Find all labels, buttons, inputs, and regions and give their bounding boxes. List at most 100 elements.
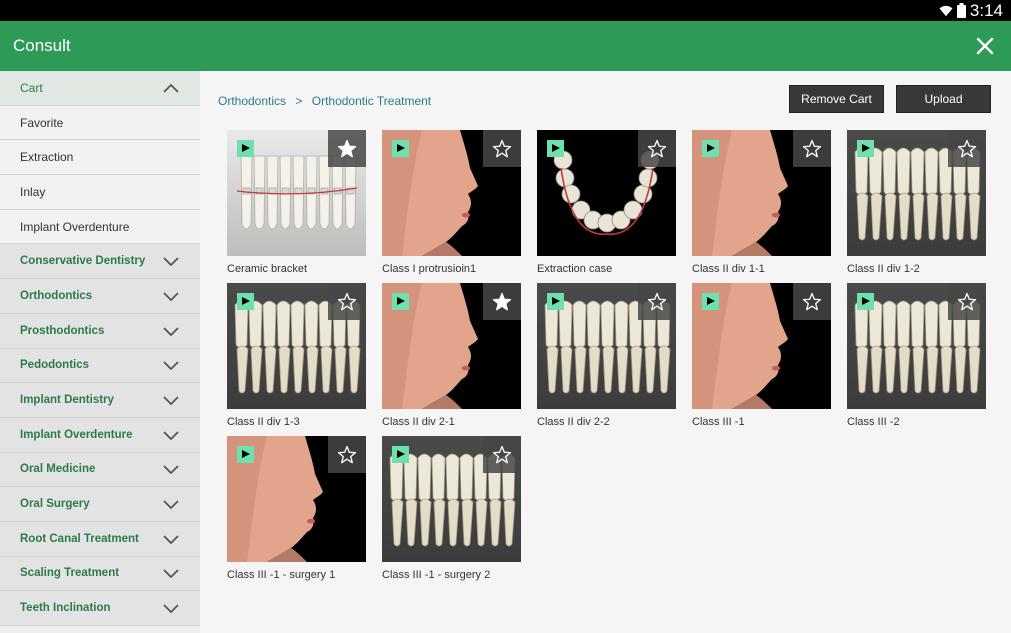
content-card[interactable]: Class III -1 - surgery 2 <box>382 436 521 581</box>
play-icon[interactable] <box>547 293 564 310</box>
content-card[interactable]: Class II div 1-2 <box>847 130 986 275</box>
card-thumbnail[interactable] <box>382 283 521 409</box>
card-thumbnail[interactable] <box>537 130 676 256</box>
favorite-toggle[interactable] <box>948 283 986 320</box>
play-icon[interactable] <box>392 140 409 157</box>
chevron-down-icon[interactable] <box>162 290 180 302</box>
favorite-toggle[interactable] <box>793 130 831 167</box>
card-thumbnail[interactable] <box>847 130 986 256</box>
chevron-down-icon[interactable] <box>162 463 180 475</box>
content-card[interactable]: Class III -2 <box>847 283 986 428</box>
wifi-icon <box>939 5 953 16</box>
sidebar-item-label: Implant Overdenture <box>20 219 130 234</box>
play-icon[interactable] <box>237 446 254 463</box>
content-card[interactable]: Class I protrusioin1 <box>382 130 521 275</box>
sidebar-item-root-canal-treatment[interactable]: Root Canal Treatment <box>0 521 200 557</box>
play-icon[interactable] <box>857 140 874 157</box>
chevron-down-icon[interactable] <box>162 429 180 441</box>
favorite-toggle[interactable] <box>328 130 366 167</box>
sidebar-item-oral-medicine[interactable]: Oral Medicine <box>0 452 200 488</box>
play-icon[interactable] <box>392 293 409 310</box>
sidebar-item-teeth-inclination[interactable]: Teeth Inclination <box>0 591 200 626</box>
sidebar-item-label: Inlay <box>20 184 46 199</box>
sidebar-item-oral-surgery[interactable]: Oral Surgery <box>0 487 200 522</box>
sidebar-item-pedodontics[interactable]: Pedodontics <box>0 348 200 384</box>
remove-cart-button[interactable]: Remove Cart <box>789 85 884 113</box>
breadcrumb-root[interactable]: Orthodontics <box>218 94 286 108</box>
sidebar-item-cart[interactable]: Cart <box>0 71 200 106</box>
sidebar-item-favorite[interactable]: Favorite <box>0 105 200 141</box>
card-thumbnail[interactable] <box>692 283 831 409</box>
card-thumbnail[interactable] <box>227 283 366 409</box>
card-label: Class II div 1-1 <box>692 263 765 275</box>
card-thumbnail[interactable] <box>382 436 521 562</box>
chevron-down-icon[interactable] <box>162 567 180 579</box>
card-thumbnail[interactable] <box>692 130 831 256</box>
content-card[interactable]: Class II div 2-1 <box>382 283 521 428</box>
chevron-down-icon[interactable] <box>162 602 180 614</box>
close-icon[interactable] <box>973 34 997 58</box>
favorite-toggle[interactable] <box>328 436 366 473</box>
chevron-down-icon[interactable] <box>162 533 180 545</box>
chevron-down-icon[interactable] <box>162 498 180 510</box>
play-icon[interactable] <box>237 140 254 157</box>
sidebar-item-inlay[interactable]: Inlay <box>0 175 200 210</box>
card-thumbnail[interactable] <box>537 283 676 409</box>
sidebar-item-orthodontics[interactable]: Orthodontics <box>0 279 200 314</box>
sidebar-item-label: Implant Overdenture <box>20 428 133 441</box>
sidebar-item-prosthodontics[interactable]: Prosthodontics <box>0 313 200 349</box>
content-card[interactable]: Extraction case <box>537 130 676 275</box>
clock: 3:14 <box>969 1 1003 20</box>
sidebar-item-label: Conservative Dentistry <box>20 255 146 268</box>
breadcrumb-separator: > <box>295 94 303 108</box>
content-card[interactable]: Ceramic bracket <box>227 130 366 275</box>
star-outline-icon <box>802 139 822 157</box>
play-icon[interactable] <box>857 293 874 310</box>
card-thumbnail[interactable] <box>847 283 986 409</box>
sidebar-item-label: Orthodontics <box>20 289 93 302</box>
breadcrumb-current[interactable]: Orthodontic Treatment <box>312 94 431 108</box>
chevron-down-icon[interactable] <box>162 325 180 337</box>
chevron-up-icon[interactable] <box>162 82 180 94</box>
play-icon[interactable] <box>702 140 719 157</box>
card-thumbnail[interactable] <box>227 436 366 562</box>
card-label: Class II div 1-3 <box>227 416 300 428</box>
sidebar-item-label: Root Canal Treatment <box>20 532 139 545</box>
chevron-down-icon[interactable] <box>162 359 180 371</box>
content-card[interactable]: Class II div 1-3 <box>227 283 366 428</box>
sidebar-item-implant-overdenture[interactable]: Implant Overdenture <box>0 209 200 245</box>
favorite-toggle[interactable] <box>638 283 676 320</box>
play-icon[interactable] <box>392 446 409 463</box>
sidebar-item-extraction[interactable]: Extraction <box>0 140 200 176</box>
favorite-toggle[interactable] <box>793 283 831 320</box>
card-label: Class II div 2-2 <box>537 416 610 428</box>
card-label: Class III -1 - surgery 2 <box>382 569 491 581</box>
chevron-down-icon[interactable] <box>162 255 180 267</box>
sidebar-item-implant-overdenture[interactable]: Implant Overdenture <box>0 417 200 453</box>
favorite-toggle[interactable] <box>328 283 366 320</box>
content-card[interactable]: Class II div 1-1 <box>692 130 831 275</box>
status-bar: 3:14 <box>0 0 1011 21</box>
favorite-toggle[interactable] <box>948 130 986 167</box>
sidebar-item-label: Teeth Inclination <box>20 602 111 615</box>
sidebar-item-implant-dentistry[interactable]: Implant Dentistry <box>0 383 200 418</box>
star-filled-icon <box>337 139 357 157</box>
favorite-toggle[interactable] <box>638 130 676 167</box>
card-label: Extraction case <box>537 263 613 275</box>
content-card[interactable]: Class III -1 <box>692 283 831 428</box>
card-thumbnail[interactable] <box>382 130 521 256</box>
favorite-toggle[interactable] <box>483 283 521 320</box>
sidebar-item-scaling-treatment[interactable]: Scaling Treatment <box>0 556 200 592</box>
card-thumbnail[interactable] <box>227 130 366 256</box>
content-card[interactable]: Class III -1 - surgery 1 <box>227 436 366 581</box>
content-card[interactable]: Class II div 2-2 <box>537 283 676 428</box>
play-icon[interactable] <box>237 293 254 310</box>
chevron-down-icon[interactable] <box>162 394 180 406</box>
play-icon[interactable] <box>702 293 719 310</box>
sidebar-item-conservative-dentistry[interactable]: Conservative Dentistry <box>0 244 200 280</box>
play-icon[interactable] <box>547 140 564 157</box>
favorite-toggle[interactable] <box>483 436 521 473</box>
upload-button[interactable]: Upload <box>896 85 991 113</box>
sidebar-item-label: Cart <box>20 80 43 95</box>
favorite-toggle[interactable] <box>483 130 521 167</box>
